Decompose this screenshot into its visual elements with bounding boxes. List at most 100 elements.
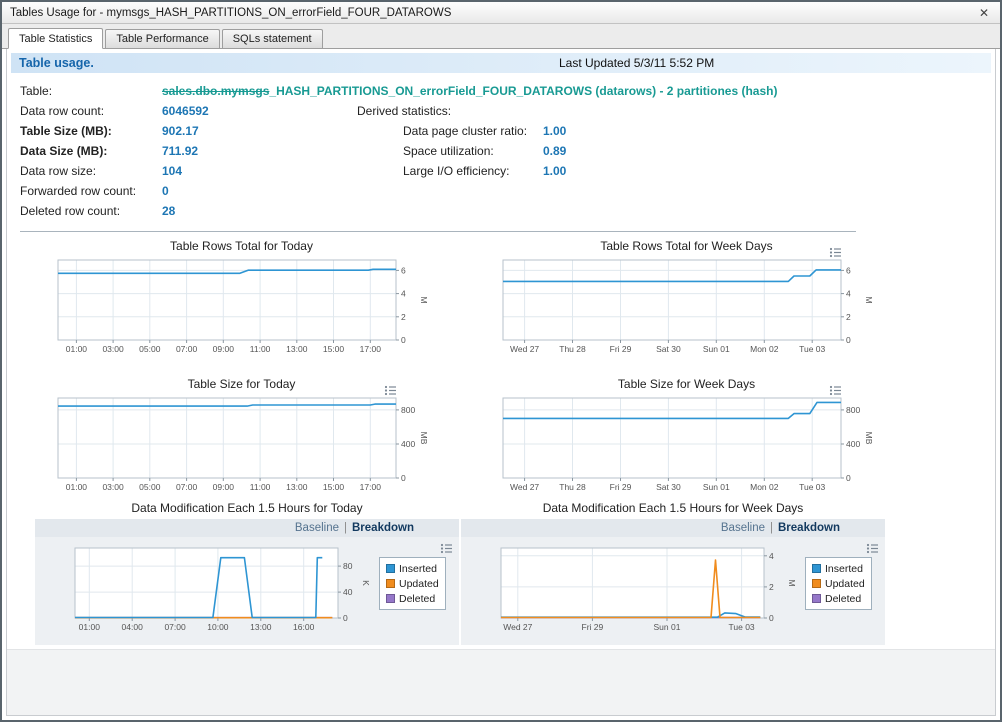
derived-row-large-io-efficiency: Large I/O efficiency: 1.00 xyxy=(357,161,566,181)
legend-label: Updated xyxy=(399,578,439,590)
chart-options-icon[interactable] xyxy=(866,543,879,554)
stat-label: Table Size (MB): xyxy=(20,124,162,138)
svg-text:01:00: 01:00 xyxy=(79,622,101,632)
panel-header: Baseline | Breakdown xyxy=(461,519,885,537)
svg-text:01:00: 01:00 xyxy=(66,344,88,354)
size-today-chart-canvas: 040080001:0003:0005:0007:0009:0011:0013:… xyxy=(54,393,429,493)
svg-text:6: 6 xyxy=(846,265,851,275)
section-title: Table usage. xyxy=(19,56,94,70)
svg-text:Tue 03: Tue 03 xyxy=(799,344,825,354)
svg-text:2: 2 xyxy=(401,312,406,322)
svg-text:2: 2 xyxy=(846,312,851,322)
svg-text:03:00: 03:00 xyxy=(102,344,124,354)
chart-legend: Inserted Updated Deleted xyxy=(379,557,446,610)
svg-text:Wed 27: Wed 27 xyxy=(510,482,539,492)
legend-label: Deleted xyxy=(399,593,435,605)
svg-text:Mon 02: Mon 02 xyxy=(750,344,779,354)
svg-text:0: 0 xyxy=(846,335,851,345)
svg-text:800: 800 xyxy=(846,405,860,415)
stat-label: Data row size: xyxy=(20,164,162,178)
breakdown-link[interactable]: Breakdown xyxy=(352,522,414,534)
inserted-swatch xyxy=(812,564,821,573)
panel-body: 024Wed 27Fri 29Sun 01Tue 03M Inserted Up… xyxy=(461,537,885,633)
chart-title: Table Rows Total for Today xyxy=(54,239,429,253)
svg-text:07:00: 07:00 xyxy=(176,344,198,354)
svg-text:01:00: 01:00 xyxy=(66,482,88,492)
stat-row-table: Table: sales.dbo.mymsgs_HASH_PARTITIONS_… xyxy=(20,81,991,101)
chart-size-week: Table Size for Week Days 0400800Wed 27Th… xyxy=(467,377,912,493)
tab-sqls-statement[interactable]: SQLs statement xyxy=(222,29,323,48)
stat-value: 0 xyxy=(162,184,169,198)
chart-title: Data Modification Each 1.5 Hours for Wee… xyxy=(461,501,885,515)
svg-text:03:00: 03:00 xyxy=(102,482,124,492)
svg-text:09:00: 09:00 xyxy=(213,344,235,354)
mod-today-chart-canvas: 0408001:0004:0007:0010:0013:0016:00K xyxy=(71,543,371,633)
svg-text:6: 6 xyxy=(401,265,406,275)
svg-text:Thu 28: Thu 28 xyxy=(559,344,586,354)
section-header: Table usage. Last Updated 5/3/11 5:52 PM xyxy=(11,53,991,73)
svg-text:Mon 02: Mon 02 xyxy=(750,482,779,492)
svg-text:M: M xyxy=(787,579,797,586)
svg-text:M: M xyxy=(864,296,874,303)
data-modification-row: Data Modification Each 1.5 Hours for Tod… xyxy=(35,501,991,645)
chart-options-icon[interactable] xyxy=(797,385,842,396)
chart-rows-week: Table Rows Total for Week Days 0246Wed 2… xyxy=(467,239,912,355)
svg-text:Thu 28: Thu 28 xyxy=(559,482,586,492)
svg-text:Sun 01: Sun 01 xyxy=(654,622,681,632)
legend-label: Inserted xyxy=(825,563,863,575)
legend-item-deleted: Deleted xyxy=(812,591,865,606)
stat-value: 1.00 xyxy=(543,124,566,138)
legend-label: Inserted xyxy=(399,563,437,575)
chart-options-icon[interactable] xyxy=(352,385,397,396)
table-name-rest: _HASH_PARTITIONS_ON_errorField_FOUR_DATA… xyxy=(269,84,777,98)
chart-options-icon[interactable] xyxy=(440,543,453,554)
tab-table-statistics[interactable]: Table Statistics xyxy=(8,28,103,49)
svg-text:Tue 03: Tue 03 xyxy=(799,482,825,492)
chart-rows-today: Table Rows Total for Today 024601:0003:0… xyxy=(22,239,467,355)
svg-text:2: 2 xyxy=(769,582,774,592)
deleted-swatch xyxy=(386,594,395,603)
rows-week-chart-canvas: 0246Wed 27Thu 28Fri 29Sat 30Sun 01Mon 02… xyxy=(499,255,874,355)
svg-text:Sun 01: Sun 01 xyxy=(703,344,730,354)
svg-text:17:00: 17:00 xyxy=(360,482,382,492)
stat-label: Data Size (MB): xyxy=(20,144,162,158)
svg-text:Wed 27: Wed 27 xyxy=(503,622,532,632)
svg-text:05:00: 05:00 xyxy=(139,344,161,354)
stat-value: 902.17 xyxy=(162,124,199,138)
data-modification-today-panel: Baseline | Breakdown 0408001:0004:0007:0… xyxy=(35,519,459,645)
svg-text:07:00: 07:00 xyxy=(164,622,186,632)
bottom-filler xyxy=(7,649,995,715)
deleted-swatch xyxy=(812,594,821,603)
legend-item-inserted: Inserted xyxy=(386,561,439,576)
tab-table-performance[interactable]: Table Performance xyxy=(105,29,219,48)
stat-label: Deleted row count: xyxy=(20,204,162,218)
stat-label: Data row count: xyxy=(20,104,162,118)
baseline-link[interactable]: Baseline xyxy=(295,522,339,534)
stat-row-deleted-row-count: Deleted row count: 28 xyxy=(20,201,991,221)
data-modification-week-panel: Baseline | Breakdown 024Wed 27Fri 29Sun … xyxy=(461,519,885,645)
legend-item-deleted: Deleted xyxy=(386,591,439,606)
chart-legend: Inserted Updated Deleted xyxy=(805,557,872,610)
last-updated-text: Last Updated 5/3/11 5:52 PM xyxy=(559,56,714,70)
legend-label: Deleted xyxy=(825,593,861,605)
close-icon[interactable]: ✕ xyxy=(976,6,992,20)
svg-text:10:00: 10:00 xyxy=(207,622,229,632)
svg-text:M: M xyxy=(419,296,429,303)
breakdown-link[interactable]: Breakdown xyxy=(778,522,840,534)
legend-item-updated: Updated xyxy=(812,576,865,591)
svg-text:13:00: 13:00 xyxy=(250,622,272,632)
legend-item-updated: Updated xyxy=(386,576,439,591)
derived-statistics: Derived statistics: Data page cluster ra… xyxy=(357,101,566,181)
svg-text:11:00: 11:00 xyxy=(250,482,271,492)
chart-options-icon[interactable] xyxy=(797,247,842,258)
stat-value: 0.89 xyxy=(543,144,566,158)
data-modification-today-block: Data Modification Each 1.5 Hours for Tod… xyxy=(35,501,459,645)
legend-item-inserted: Inserted xyxy=(812,561,865,576)
tab-page-content: Table usage. Last Updated 5/3/11 5:52 PM… xyxy=(6,49,996,716)
stat-label: Table: xyxy=(20,84,162,98)
panel-body: 0408001:0004:0007:0010:0013:0016:00K Ins… xyxy=(35,537,459,633)
svg-text:Wed 27: Wed 27 xyxy=(510,344,539,354)
svg-text:16:00: 16:00 xyxy=(293,622,315,632)
inserted-swatch xyxy=(386,564,395,573)
baseline-link[interactable]: Baseline xyxy=(721,522,765,534)
